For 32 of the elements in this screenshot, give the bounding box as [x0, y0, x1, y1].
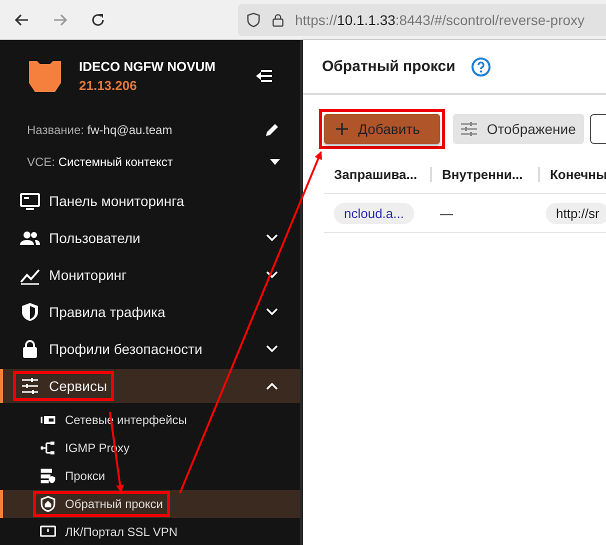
submenu-item[interactable]: Обратный прокси: [0, 490, 300, 518]
menu-item-label: Сервисы: [49, 378, 108, 394]
version-number: 21.13.206: [79, 78, 138, 93]
column-header[interactable]: Запрашива...: [324, 166, 432, 182]
device-name-label: Название: fw-hq@au.team: [27, 123, 172, 137]
menu-item-label: Пользователи: [49, 230, 140, 246]
menu-item-label: Панель мониторинга: [49, 193, 184, 209]
domain-chip[interactable]: ncloud.a...: [334, 202, 414, 224]
vce-selector[interactable]: VCE: Системный контекст: [27, 155, 173, 169]
menu-item[interactable]: Мониторинг: [0, 258, 300, 292]
menu-item[interactable]: Пользователи: [0, 221, 300, 255]
url-chip: http://sr: [546, 202, 606, 224]
address-bar[interactable]: https://10.1.1.33:8443/#/scontrol/reverse-proxy: [238, 4, 606, 36]
menu-item-label: Мониторинг: [49, 267, 127, 283]
column-header[interactable]: Внутренни...: [432, 166, 540, 182]
menu-item-label: Правила трафика: [49, 304, 166, 320]
menu-item[interactable]: Правила трафика: [0, 295, 300, 329]
menu-item[interactable]: Сервисы: [0, 369, 300, 403]
submenu-item-label: ЛК/Портал SSL VPN: [65, 525, 178, 539]
table-cell: —: [440, 206, 453, 220]
url-text: https://10.1.1.33:8443/#/scontrol/reverse-proxy: [295, 12, 585, 28]
submenu-item[interactable]: ЛК/Портал SSL VPN: [0, 518, 300, 545]
product-name: IDECO NGFW NOVUM: [79, 59, 216, 74]
submenu-item[interactable]: Прокси: [0, 462, 300, 490]
menu-item[interactable]: Профили безопасности: [0, 332, 300, 366]
menu-item-label: Профили безопасности: [49, 341, 202, 357]
toolbar-button[interactable]: Отображение: [452, 114, 584, 144]
submenu-item-label: Прокси: [65, 469, 106, 483]
menu-item[interactable]: Панель мониторинга: [0, 184, 300, 218]
page-title: Обратный прокси: [322, 58, 456, 75]
submenu-item-label: Обратный прокси: [65, 497, 164, 511]
column-header[interactable]: Конечны: [540, 166, 606, 182]
